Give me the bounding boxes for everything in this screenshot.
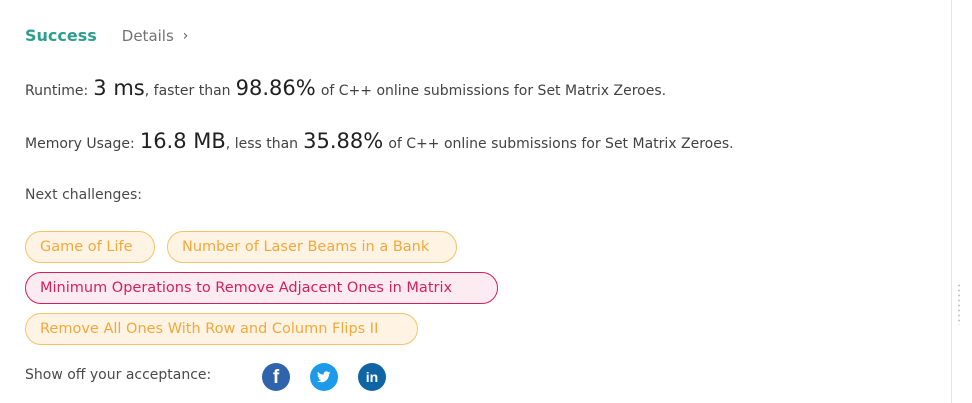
- next-challenges-label: Next challenges:: [25, 187, 142, 203]
- success-status: Success: [25, 26, 97, 45]
- runtime-label: Runtime:: [25, 83, 89, 99]
- runtime-percentile: 98.86%: [235, 76, 316, 100]
- result-header: Success Details ›: [25, 26, 188, 45]
- challenge-game-of-life[interactable]: Game of Life: [25, 231, 155, 263]
- submission-result-panel: Success Details › Runtime: 3 ms, faster …: [0, 0, 951, 403]
- memory-suffix: of C++ online submissions for Set Matrix…: [388, 136, 734, 152]
- memory-summary: Memory Usage: 16.8 MB, less than 35.88% …: [25, 129, 734, 153]
- memory-comparison: , less than: [225, 136, 299, 152]
- facebook-icon[interactable]: f: [262, 363, 290, 391]
- runtime-summary: Runtime: 3 ms, faster than 98.86% of C++…: [25, 76, 666, 100]
- memory-percentile: 35.88%: [303, 129, 384, 153]
- challenge-remove-all-ones[interactable]: Remove All Ones With Row and Column Flip…: [25, 313, 418, 345]
- twitter-icon[interactable]: [310, 363, 338, 391]
- panel-divider: [951, 0, 952, 403]
- runtime-comparison: , faster than: [144, 83, 231, 99]
- memory-value: 16.8 MB: [139, 129, 226, 153]
- memory-label: Memory Usage:: [25, 136, 135, 152]
- resize-handle[interactable]: [958, 283, 960, 325]
- challenge-minimum-operations[interactable]: Minimum Operations to Remove Adjacent On…: [25, 272, 498, 304]
- details-link[interactable]: Details ›: [122, 27, 189, 45]
- challenge-number-of-laser-beams[interactable]: Number of Laser Beams in a Bank: [167, 231, 457, 263]
- chevron-right-icon: ›: [182, 27, 189, 44]
- details-label: Details: [121, 26, 174, 45]
- runtime-suffix: of C++ online submissions for Set Matrix…: [320, 83, 667, 99]
- linkedin-icon[interactable]: in: [358, 363, 386, 391]
- runtime-value: 3 ms: [93, 76, 145, 100]
- share-label: Show off your acceptance:: [25, 367, 212, 383]
